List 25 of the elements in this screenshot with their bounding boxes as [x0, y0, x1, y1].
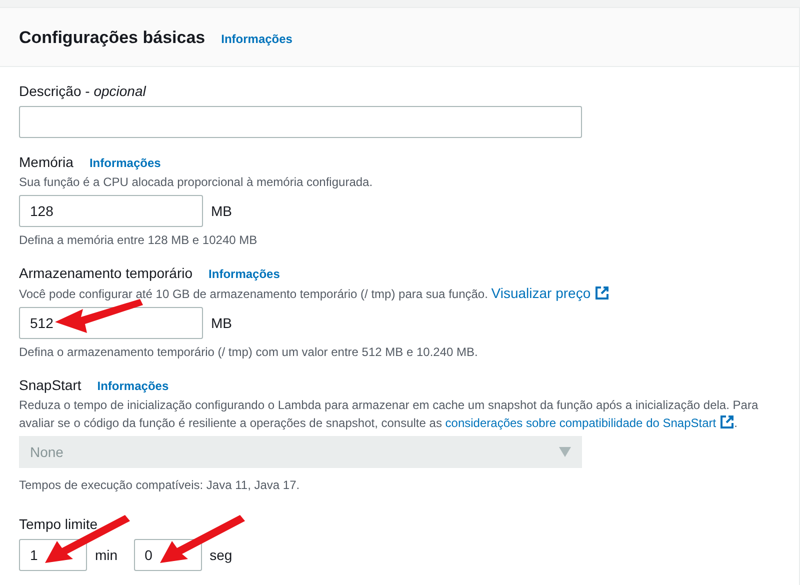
info-link[interactable]: Informações — [221, 30, 292, 48]
section-title: Configurações básicas — [19, 28, 206, 48]
unit-label: MB — [211, 314, 232, 333]
field-hint: Defina o armazenamento temporário (/ tmp) com um valor entre 512 MB e 10.240 MB. — [19, 344, 479, 362]
external-link[interactable]: Visualizar preço — [491, 285, 609, 302]
text-input[interactable] — [19, 106, 582, 138]
field-label: Armazenamento temporário — [19, 264, 193, 284]
external-link-icon — [720, 415, 734, 430]
field-description: Você pode configurar até 10 GB de armazenamento temporário (/ tmp) para sua função. Visualizar preço — [19, 284, 780, 304]
info-link[interactable]: Informações — [208, 265, 280, 284]
info-link[interactable]: Informações — [89, 154, 161, 172]
field-label: Descrição - opcional — [19, 82, 146, 102]
unit-label: seg — [210, 546, 232, 565]
field-label: SnapStart — [19, 376, 82, 396]
unit-label: min — [95, 546, 118, 565]
external-link-icon — [594, 286, 609, 300]
text-input[interactable]: 128 — [19, 195, 203, 228]
unit-label: MB — [211, 202, 232, 221]
field-label: Tempo limite — [19, 515, 98, 534]
caret-icon — [559, 447, 571, 458]
field-description: Sua função é a CPU alocada proporcional à memória configurada. — [19, 174, 374, 192]
field-hint: Defina a memória entre 128 MB e 10240 MB — [19, 232, 258, 250]
field-label: Memória — [19, 153, 74, 172]
field-description: Reduza o tempo de inicialização configurando o Lambda para armazenar em cache um snapshot da função após a inicialização dela. Para avaliar se o código da função é resiliente a operações de snapshot, consulte as considerações sobre compatibilidade do SnapStart . — [19, 397, 760, 432]
field-hint: Tempos de execução compatíveis: Java 11, Java 17. — [19, 477, 301, 494]
